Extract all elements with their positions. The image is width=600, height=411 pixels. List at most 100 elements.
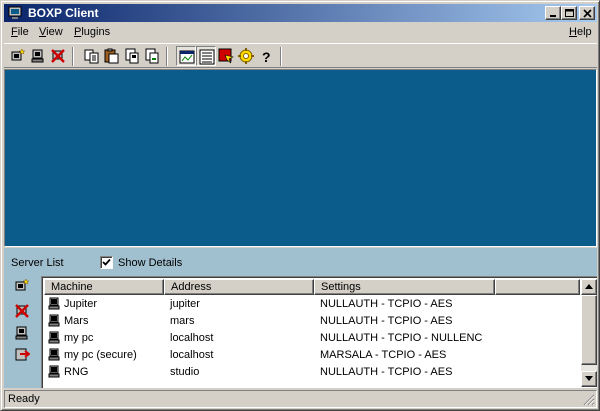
column-header-filler <box>495 279 580 295</box>
stop-button[interactable] <box>216 46 236 66</box>
details-icon <box>199 49 215 65</box>
status-text: Ready <box>8 393 40 405</box>
column-header-label: Settings <box>321 281 361 293</box>
new-connection-icon <box>11 48 26 61</box>
menu-file-accel: F <box>11 26 18 38</box>
copy-button[interactable] <box>82 46 102 66</box>
menu-file-label: ile <box>17 26 29 38</box>
menu-plugins[interactable]: Plugins <box>74 26 110 38</box>
move-button[interactable] <box>122 46 142 66</box>
column-header-machine[interactable]: Machine <box>44 279 164 295</box>
window-title: BOXP Client <box>28 6 99 20</box>
stop-icon <box>218 48 234 64</box>
cell-machine: Mars <box>64 315 89 327</box>
settings-icon <box>238 48 254 64</box>
computer-icon <box>48 365 60 382</box>
close-button[interactable] <box>579 6 595 20</box>
disconnect-button[interactable] <box>48 46 68 66</box>
connect-server-icon <box>15 348 31 361</box>
cell-settings: NULLAUTH - TCPIO - AES <box>320 298 453 310</box>
title-bar[interactable]: BOXP Client <box>4 4 597 22</box>
computer-icon <box>48 297 60 314</box>
list-header: Machine Address Settings <box>44 279 580 296</box>
computer-icon <box>48 314 60 331</box>
disconnect-icon <box>51 49 65 63</box>
view-button[interactable] <box>176 46 196 66</box>
status-bar: Ready <box>4 390 597 408</box>
cell-address: mars <box>170 315 195 327</box>
column-header-address[interactable]: Address <box>164 279 314 295</box>
show-details-label[interactable]: Show Details <box>118 257 182 269</box>
move-icon <box>125 48 139 64</box>
maximize-icon <box>565 9 574 17</box>
cell-settings: NULLAUTH - TCPIO - NULLENC <box>320 332 483 344</box>
show-details-checkbox[interactable] <box>100 256 113 269</box>
connect-server-button[interactable] <box>14 347 32 365</box>
app-icon <box>7 5 23 21</box>
delete-icon <box>145 48 159 64</box>
menu-help-accel: H <box>569 26 577 38</box>
table-row[interactable]: Jupiter jupiter NULLAUTH - TCPIO - AES <box>44 296 580 313</box>
menu-bar: File View Plugins Help <box>4 23 597 42</box>
connect-button[interactable] <box>28 46 48 66</box>
add-server-icon <box>15 278 30 291</box>
menu-file[interactable]: File <box>11 26 29 38</box>
toolbar-separator <box>72 47 74 66</box>
cell-machine: my pc (secure) <box>64 349 137 361</box>
minimize-button[interactable] <box>545 6 561 20</box>
scroll-down-button[interactable] <box>581 371 597 387</box>
svg-text:?: ? <box>262 49 271 64</box>
view-icon <box>179 50 195 64</box>
server-list[interactable]: Machine Address Settings Jupiter jupiter… <box>41 276 597 388</box>
computer-icon <box>48 348 60 365</box>
menu-plugins-label: lugins <box>81 26 111 38</box>
server-panel: Server List Show Details Machine Address… <box>4 248 597 388</box>
copy-icon <box>84 49 99 64</box>
scroll-down-icon <box>585 376 593 381</box>
computer-icon <box>48 331 60 348</box>
cell-settings: NULLAUTH - TCPIO - AES <box>320 366 453 378</box>
list-scrollbar[interactable] <box>581 279 597 387</box>
cell-address: studio <box>170 366 200 378</box>
help-button[interactable]: ? <box>256 46 276 66</box>
new-connection-button[interactable] <box>8 46 28 66</box>
column-header-settings[interactable]: Settings <box>314 279 495 295</box>
table-row[interactable]: RNG studio NULLAUTH - TCPIO - AES <box>44 364 580 381</box>
settings-button[interactable] <box>236 46 256 66</box>
cell-machine: my pc <box>64 332 94 344</box>
paste-button[interactable] <box>102 46 122 66</box>
paste-icon <box>104 48 119 64</box>
scroll-up-button[interactable] <box>581 279 597 295</box>
toolbar-separator <box>166 47 168 66</box>
table-row[interactable]: my pc localhost NULLAUTH - TCPIO - NULLE… <box>44 330 580 347</box>
table-row[interactable]: my pc (secure) localhost MARSALA - TCPIO… <box>44 347 580 364</box>
add-server-button[interactable] <box>14 278 32 296</box>
menu-view-label: iew <box>46 26 63 38</box>
menu-help[interactable]: Help <box>569 26 592 38</box>
scroll-thumb[interactable] <box>581 295 597 365</box>
maximize-button[interactable] <box>561 6 577 20</box>
toolbar: ? <box>4 43 597 68</box>
menu-help-label: elp <box>576 26 592 38</box>
close-icon <box>583 9 592 18</box>
minimize-icon <box>550 15 556 17</box>
delete-button[interactable] <box>142 46 162 66</box>
main-view-area[interactable] <box>4 69 597 247</box>
cell-machine: RNG <box>64 366 89 378</box>
scroll-up-icon <box>585 284 593 289</box>
remove-server-icon <box>15 304 29 318</box>
column-header-label: Address <box>171 281 212 293</box>
remove-server-button[interactable] <box>14 303 32 321</box>
table-row[interactable]: Mars mars NULLAUTH - TCPIO - AES <box>44 313 580 330</box>
cell-address: localhost <box>170 349 214 361</box>
resize-grip-icon[interactable] <box>583 394 595 406</box>
cell-settings: MARSALA - TCPIO - AES <box>320 349 447 361</box>
details-button[interactable] <box>196 46 216 66</box>
cell-settings: NULLAUTH - TCPIO - AES <box>320 315 453 327</box>
column-header-label: Machine <box>51 281 93 293</box>
help-icon: ? <box>262 49 271 64</box>
edit-server-button[interactable] <box>14 325 32 343</box>
cell-address: localhost <box>170 332 214 344</box>
cell-machine: Jupiter <box>64 298 98 310</box>
menu-view[interactable]: View <box>39 26 63 38</box>
